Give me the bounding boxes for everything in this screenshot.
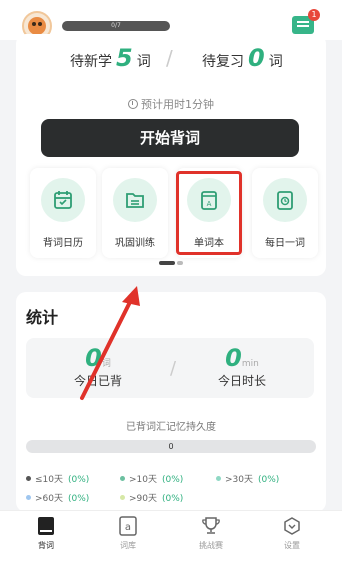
settings-icon <box>281 515 303 537</box>
stats-card: 统计 0词 今日已背 / 0min 今日时长 已背词汇记忆持久度 0 ≤10天 (… <box>16 292 326 512</box>
pager-dot-active <box>159 261 175 265</box>
today-words-unit: 词 <box>101 359 111 369</box>
pager-dot <box>177 261 183 265</box>
today-time-unit: min <box>241 359 259 369</box>
tab-label: 背词 <box>38 541 54 550</box>
new-words-label: 待新学 <box>70 54 112 70</box>
tab-label: 挑战赛 <box>199 541 223 550</box>
legend-dot <box>26 476 31 481</box>
stat-divider: / <box>166 46 173 70</box>
legend-dot <box>120 495 125 500</box>
today-words: 0词 今日已背 <box>26 344 170 389</box>
feature-label: 巩固训练 <box>115 238 155 249</box>
today-words-label: 今日已背 <box>73 374 122 388</box>
tab-dictionary[interactable]: a 词库 <box>98 515 158 551</box>
feature-calendar[interactable]: 背词日历 <box>30 168 96 258</box>
avatar-image <box>28 17 46 35</box>
study-plan-card: 待新学 5 词 / 待复习 0 词 预计用时1分钟 开始背词 背词日历 巩固训练… <box>16 34 326 276</box>
folder-icon <box>113 178 157 222</box>
dictionary-icon: a <box>117 515 139 537</box>
feature-review-training[interactable]: 巩固训练 <box>102 168 168 258</box>
clock-icon <box>128 99 138 109</box>
new-words-unit: 词 <box>136 54 151 70</box>
review-words-unit: 词 <box>268 54 283 70</box>
legend-pct: (0%) <box>258 475 280 485</box>
bottom-tab-bar: 背词 a 词库 挑战赛 设置 <box>0 510 342 573</box>
legend-dot <box>120 476 125 481</box>
legend-label: >60天 <box>35 494 63 504</box>
review-words-count: 0 <box>248 44 265 72</box>
legend-item: >60天 (0%) <box>26 491 89 504</box>
memory-bar: 0 <box>26 440 316 453</box>
estimate-time: 预计用时1分钟 <box>16 96 326 112</box>
legend-dot <box>216 476 221 481</box>
stats-title: 统计 <box>26 308 59 327</box>
feature-daily-word[interactable]: 每日一词 <box>252 168 318 258</box>
daily-progress-bar: 0/7 <box>62 21 170 31</box>
estimate-text: 预计用时1分钟 <box>141 98 214 111</box>
legend-item: >90天 (0%) <box>120 491 183 504</box>
legend-pct: (0%) <box>162 475 184 485</box>
start-button[interactable]: 开始背词 <box>41 119 299 157</box>
message-badge: 1 <box>308 9 320 21</box>
new-words-count: 5 <box>116 44 133 72</box>
tab-challenge[interactable]: 挑战赛 <box>181 515 241 551</box>
legend-label: ≤10天 <box>35 475 63 485</box>
today-stats-box: 0词 今日已背 / 0min 今日时长 <box>26 338 314 398</box>
legend-label: >30天 <box>225 475 253 485</box>
today-time: 0min 今日时长 <box>170 344 314 389</box>
today-time-label: 今日时长 <box>217 374 266 388</box>
highlight-box <box>176 171 242 255</box>
feature-label: 背词日历 <box>43 238 83 249</box>
legend-label: >10天 <box>129 475 157 485</box>
book-icon <box>35 515 57 537</box>
svg-text:a: a <box>125 522 131 533</box>
memory-title: 已背词汇记忆持久度 <box>126 422 216 433</box>
review-words-label: 待复习 <box>202 54 244 70</box>
tab-label: 词库 <box>120 541 136 550</box>
message-icon[interactable]: 1 <box>292 9 320 34</box>
legend-pct: (0%) <box>68 475 90 485</box>
calendar-icon <box>41 178 85 222</box>
trophy-icon <box>200 515 222 537</box>
feature-label: 每日一词 <box>265 238 305 249</box>
legend-item: >30天 (0%) <box>216 472 279 485</box>
legend-item: ≤10天 (0%) <box>26 472 89 485</box>
legend-pct: (0%) <box>68 494 90 504</box>
legend-label: >90天 <box>129 494 157 504</box>
tab-study[interactable]: 背词 <box>16 515 76 551</box>
tab-label: 设置 <box>284 541 300 550</box>
legend-pct: (0%) <box>162 494 184 504</box>
page-indicator <box>159 261 183 265</box>
clock-card-icon <box>263 178 307 222</box>
tab-settings[interactable]: 设置 <box>262 515 322 551</box>
legend-dot <box>26 495 31 500</box>
legend-item: >10天 (0%) <box>120 472 183 485</box>
review-words-stat: 待复习 0 词 <box>202 44 283 72</box>
today-time-count: 0 <box>225 344 242 372</box>
today-words-count: 0 <box>85 344 102 372</box>
new-words-stat: 待新学 5 词 <box>70 44 151 72</box>
